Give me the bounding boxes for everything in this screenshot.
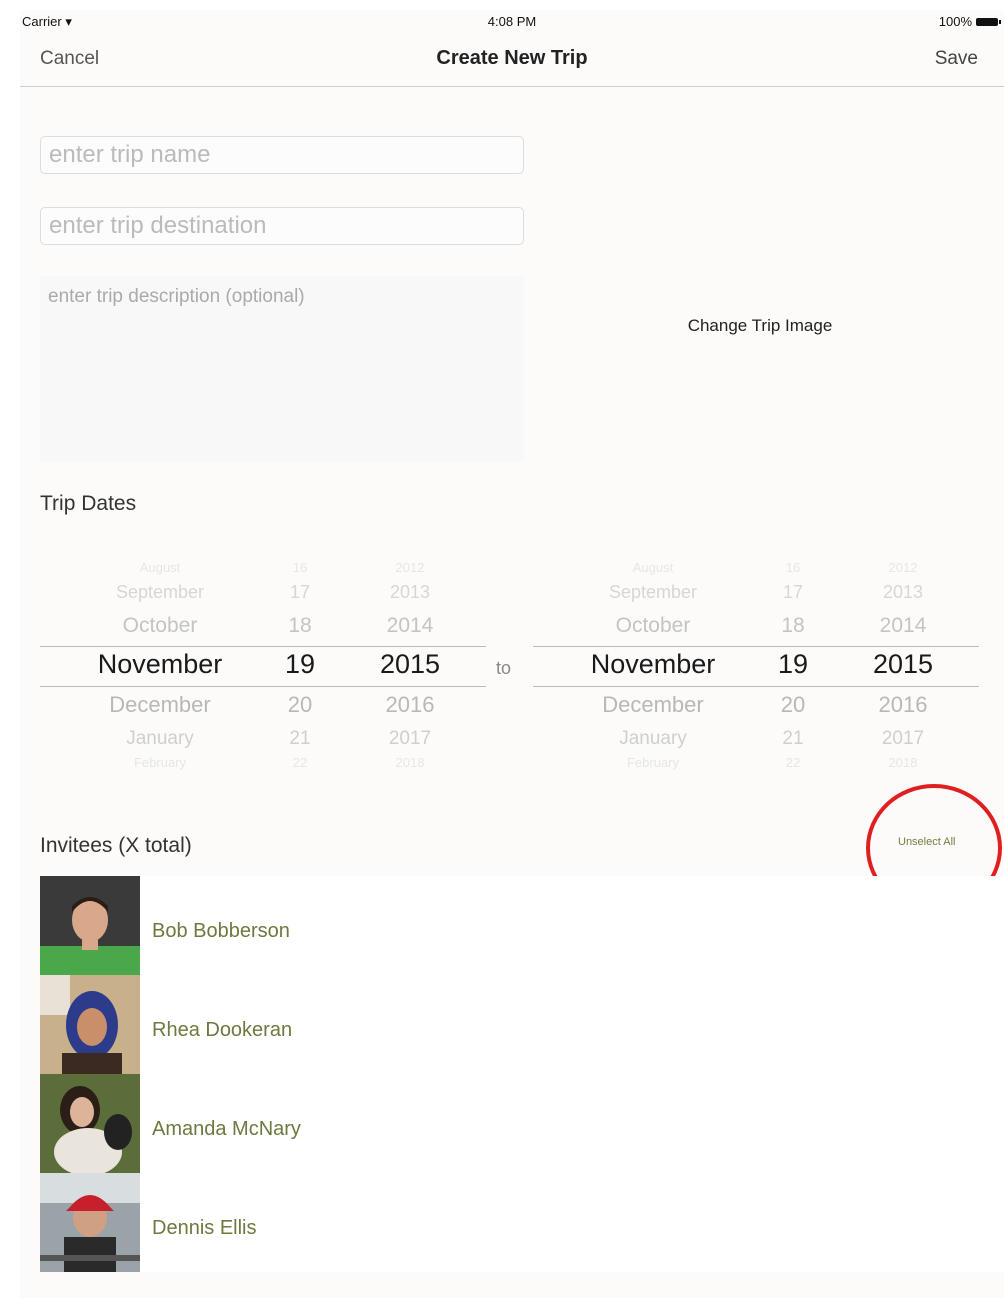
day-option[interactable]: 22 (270, 755, 330, 770)
day-option[interactable]: 21 (270, 728, 330, 750)
year-option[interactable]: 2018 (853, 755, 953, 770)
avatar (40, 876, 140, 975)
invitee-name: Dennis Ellis (152, 1217, 257, 1239)
day-option[interactable]: 17 (763, 582, 823, 603)
date-range-separator: to (496, 658, 512, 678)
invitees-label: Invitees (X total) (40, 834, 192, 857)
avatar (40, 975, 140, 1074)
month-selected[interactable]: November (80, 649, 240, 680)
person-photo-icon (40, 975, 140, 1074)
year-option[interactable]: 2018 (360, 755, 460, 770)
day-option[interactable]: 18 (763, 614, 823, 638)
trip-description-placeholder: enter trip description (optional) (48, 286, 305, 307)
end-month-wheel[interactable]: August September October November Decemb… (573, 550, 733, 780)
year-option[interactable]: 2013 (853, 582, 953, 603)
start-date-picker[interactable]: August September October November Decemb… (40, 550, 486, 780)
year-selected[interactable]: 2015 (360, 649, 460, 680)
month-option[interactable]: February (573, 755, 733, 770)
day-option[interactable]: 16 (270, 560, 330, 575)
avatar (40, 1074, 140, 1173)
day-option[interactable]: 20 (270, 692, 330, 718)
year-selected[interactable]: 2015 (853, 649, 953, 680)
end-year-wheel[interactable]: 2012 2013 2014 2015 2016 2017 2018 (853, 550, 953, 780)
trip-name-input[interactable]: enter trip name (40, 136, 524, 174)
invitee-name: Amanda McNary (152, 1118, 301, 1140)
day-option[interactable]: 18 (270, 614, 330, 638)
month-selected[interactable]: November (573, 649, 733, 680)
status-bar: Carrier ▾ 4:08 PM 100% (20, 10, 1004, 36)
person-photo-icon (40, 876, 140, 975)
invitee-row[interactable]: Dennis Ellis (40, 1173, 1004, 1272)
create-trip-screen: Carrier ▾ 4:08 PM 100% Cancel Create New… (20, 10, 1004, 1298)
day-selected[interactable]: 19 (270, 649, 330, 680)
trip-description-textarea[interactable]: enter trip description (optional) (40, 276, 524, 462)
start-day-wheel[interactable]: 16 17 18 19 20 21 22 (270, 550, 330, 780)
start-month-wheel[interactable]: August September October November Decemb… (80, 550, 240, 780)
day-option[interactable]: 17 (270, 582, 330, 603)
battery-icon (976, 17, 1001, 26)
trip-destination-placeholder: enter trip destination (49, 212, 267, 239)
day-option[interactable]: 22 (763, 755, 823, 770)
invitee-row[interactable]: Rhea Dookeran (40, 975, 1004, 1074)
month-option[interactable]: December (80, 692, 240, 718)
battery-percent: 100% (938, 14, 972, 29)
month-option[interactable]: December (573, 692, 733, 718)
invitee-name: Rhea Dookeran (152, 1019, 293, 1041)
year-option[interactable]: 2012 (360, 560, 460, 575)
year-option[interactable]: 2013 (360, 582, 460, 603)
battery-indicator: 100% (938, 14, 1001, 29)
person-photo-icon (40, 1173, 140, 1272)
day-selected[interactable]: 19 (763, 649, 823, 680)
month-option[interactable]: February (80, 755, 240, 770)
status-time: 4:08 PM (487, 14, 537, 29)
day-option[interactable]: 20 (763, 692, 823, 718)
month-option[interactable]: August (80, 560, 240, 575)
end-day-wheel[interactable]: 16 17 18 19 20 21 22 (763, 550, 823, 780)
year-option[interactable]: 2012 (853, 560, 953, 575)
day-option[interactable]: 16 (763, 560, 823, 575)
day-option[interactable]: 21 (763, 728, 823, 750)
trip-destination-input[interactable]: enter trip destination (40, 207, 524, 245)
page-title: Create New Trip (436, 47, 588, 69)
month-option[interactable]: September (80, 582, 240, 603)
month-option[interactable]: October (573, 614, 733, 638)
end-date-picker[interactable]: August September October November Decemb… (533, 550, 979, 780)
navigation-bar: Cancel Create New Trip Save (20, 36, 1004, 87)
trip-name-placeholder: enter trip name (49, 141, 211, 168)
year-option[interactable]: 2014 (853, 614, 953, 638)
year-option[interactable]: 2017 (853, 728, 953, 750)
invitee-name: Bob Bobberson (152, 920, 290, 942)
year-option[interactable]: 2016 (853, 692, 953, 718)
trip-dates-label: Trip Dates (40, 492, 137, 515)
month-option[interactable]: January (573, 728, 733, 750)
change-trip-image-button[interactable]: Change Trip Image (640, 316, 880, 336)
year-option[interactable]: 2014 (360, 614, 460, 638)
month-option[interactable]: January (80, 728, 240, 750)
year-option[interactable]: 2017 (360, 728, 460, 750)
start-year-wheel[interactable]: 2012 2013 2014 2015 2016 2017 2018 (360, 550, 460, 780)
month-option[interactable]: September (573, 582, 733, 603)
month-option[interactable]: October (80, 614, 240, 638)
avatar (40, 1173, 140, 1272)
invitee-row[interactable]: Bob Bobberson (40, 876, 1004, 975)
invitee-row[interactable]: Amanda McNary (40, 1074, 1004, 1173)
year-option[interactable]: 2016 (360, 692, 460, 718)
month-option[interactable]: August (573, 560, 733, 575)
person-photo-icon (40, 1074, 140, 1173)
save-button[interactable]: Save (935, 48, 978, 70)
invitee-list: Bob Bobberson Rhea Dookeran Amanda McNar… (40, 876, 1004, 1272)
